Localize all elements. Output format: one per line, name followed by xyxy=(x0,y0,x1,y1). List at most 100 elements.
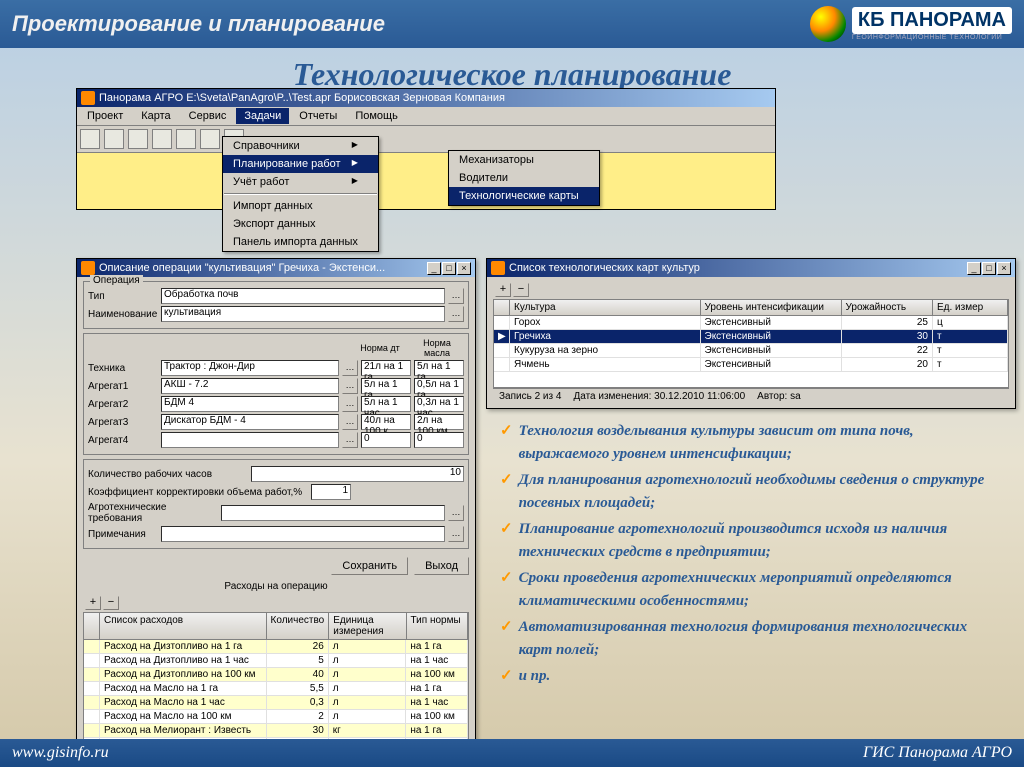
hours-label: Количество рабочих часов xyxy=(88,469,248,480)
note-input[interactable] xyxy=(161,526,445,542)
menu-item[interactable]: Водители xyxy=(449,169,599,187)
menu-item[interactable]: Учёт работ xyxy=(223,173,378,191)
toolbar-btn[interactable] xyxy=(128,129,148,149)
tip-input[interactable]: Обработка почв xyxy=(161,288,445,304)
remove-row-button[interactable]: − xyxy=(103,596,119,610)
menu-item[interactable]: Экспорт данных xyxy=(223,215,378,233)
browse-button[interactable]: … xyxy=(342,360,358,376)
browse-button[interactable]: … xyxy=(342,432,358,448)
menu-Проект[interactable]: Проект xyxy=(79,108,131,124)
menu-Помощь[interactable]: Помощь xyxy=(347,108,406,124)
app-titlebar[interactable]: Панорама АГРО E:\Sveta\PanAgro\P..\Test.… xyxy=(77,89,775,107)
add-card-button[interactable]: + xyxy=(495,283,511,297)
col-culture[interactable]: Культура xyxy=(510,300,701,315)
add-row-button[interactable]: + xyxy=(85,596,101,610)
techcards-grid[interactable]: ГорохЭкстенсивный25ц▶ГречихаЭкстенсивный… xyxy=(493,316,1009,388)
col-unit[interactable]: Единица измерения xyxy=(329,613,406,639)
section-legend: Операция xyxy=(90,275,143,286)
footer-product: ГИС Панорама АГРО xyxy=(863,744,1012,762)
techcards-grid-header[interactable]: Культура Уровень интенсификации Урожайно… xyxy=(493,299,1009,316)
toolbar-btn[interactable] xyxy=(176,129,196,149)
menu-item[interactable]: Справочники xyxy=(223,137,378,155)
menu-item[interactable]: Планирование работ xyxy=(223,155,378,173)
ag4-oil[interactable]: 0 xyxy=(414,432,464,448)
browse-button[interactable]: … xyxy=(342,396,358,412)
col-list[interactable]: Список расходов xyxy=(100,613,267,639)
toolbar-btn[interactable] xyxy=(200,129,220,149)
menu-item[interactable]: Импорт данных xyxy=(223,197,378,215)
browse-button[interactable]: … xyxy=(448,306,464,322)
minimize-icon[interactable]: _ xyxy=(427,262,441,275)
dialog-icon xyxy=(81,261,95,275)
close-icon[interactable]: × xyxy=(457,262,471,275)
maximize-icon[interactable]: □ xyxy=(982,262,996,275)
name-input[interactable]: культивация xyxy=(161,306,445,322)
tech-label: Техника xyxy=(88,363,158,374)
menu-Задачи[interactable]: Задачи xyxy=(236,108,289,124)
tech-oil[interactable]: 5л на 1 га xyxy=(414,360,464,376)
app-menubar[interactable]: ПроектКартаСервисЗадачиОтчетыПомощь xyxy=(77,107,775,126)
ag4-input[interactable] xyxy=(161,432,339,448)
expenses-grid[interactable]: Расход на Дизтопливо на 1 га26лна 1 гаРа… xyxy=(83,640,469,753)
ag3-label: Агрегат3 xyxy=(88,417,158,428)
minimize-icon[interactable]: _ xyxy=(967,262,981,275)
exit-button[interactable]: Выход xyxy=(414,557,469,575)
ag4-dt[interactable]: 0 xyxy=(361,432,411,448)
ag3-dt[interactable]: 40л на 100 к xyxy=(361,414,411,430)
ag3-input[interactable]: Дискатор БДМ - 4 xyxy=(161,414,339,430)
agro-input[interactable] xyxy=(221,505,445,521)
ag1-oil[interactable]: 0,5л на 1 га xyxy=(414,378,464,394)
table-row[interactable]: Расход на Масло на 1 час0,3лна 1 час xyxy=(84,696,468,710)
menu-item[interactable]: Механизаторы xyxy=(449,151,599,169)
col-unit[interactable]: Ед. измер xyxy=(933,300,1008,315)
planning-submenu[interactable]: МеханизаторыВодителиТехнологические карт… xyxy=(448,150,600,206)
tech-dt[interactable]: 21л на 1 га xyxy=(361,360,411,376)
table-row[interactable]: ▶ГречихаЭкстенсивный30т xyxy=(494,330,1008,344)
browse-button[interactable]: … xyxy=(342,414,358,430)
techcards-titlebar[interactable]: Список технологических карт культур _ □ … xyxy=(487,259,1015,277)
table-row[interactable]: Кукуруза на зерноЭкстенсивный22т xyxy=(494,344,1008,358)
app-window: Панорама АГРО E:\Sveta\PanAgro\P..\Test.… xyxy=(76,88,776,210)
expenses-grid-header[interactable]: Список расходов Количество Единица измер… xyxy=(83,612,469,640)
menu-item[interactable]: Технологические карты xyxy=(449,187,599,205)
ag1-dt[interactable]: 5л на 1 га xyxy=(361,378,411,394)
table-row[interactable]: ГорохЭкстенсивный25ц xyxy=(494,316,1008,330)
save-button[interactable]: Сохранить xyxy=(331,557,408,575)
toolbar-btn[interactable] xyxy=(80,129,100,149)
table-row[interactable]: Расход на Дизтопливо на 100 км40лна 100 … xyxy=(84,668,468,682)
ag2-input[interactable]: БДМ 4 xyxy=(161,396,339,412)
table-row[interactable]: Расход на Дизтопливо на 1 га26лна 1 га xyxy=(84,640,468,654)
maximize-icon[interactable]: □ xyxy=(442,262,456,275)
close-icon[interactable]: × xyxy=(997,262,1011,275)
browse-button[interactable]: … xyxy=(448,505,464,521)
table-row[interactable]: Расход на Дизтопливо на 1 час5лна 1 час xyxy=(84,654,468,668)
col-yield[interactable]: Урожайность xyxy=(842,300,934,315)
remove-card-button[interactable]: − xyxy=(513,283,529,297)
tech-input[interactable]: Трактор : Джон-Дир xyxy=(161,360,339,376)
menu-Карта[interactable]: Карта xyxy=(133,108,178,124)
browse-button[interactable]: … xyxy=(448,526,464,542)
ag2-oil[interactable]: 0,3л на 1 час xyxy=(414,396,464,412)
app-toolbar[interactable] xyxy=(77,126,775,153)
map-canvas[interactable] xyxy=(77,153,775,209)
hours-input[interactable]: 10 xyxy=(251,466,464,482)
table-row[interactable]: Расход на Масло на 100 км2лна 100 км xyxy=(84,710,468,724)
toolbar-btn[interactable] xyxy=(152,129,172,149)
col-qty[interactable]: Количество xyxy=(267,613,330,639)
ag3-oil[interactable]: 2л на 100 км xyxy=(414,414,464,430)
table-row[interactable]: Расход на Мелиорант : Известь30кгна 1 га xyxy=(84,724,468,738)
tasks-dropdown[interactable]: СправочникиПланирование работУчёт работ И… xyxy=(222,136,379,252)
menu-Отчеты[interactable]: Отчеты xyxy=(291,108,345,124)
toolbar-btn[interactable] xyxy=(104,129,124,149)
browse-button[interactable]: … xyxy=(448,288,464,304)
table-row[interactable]: Расход на Масло на 1 га5,5лна 1 га xyxy=(84,682,468,696)
coef-input[interactable]: 1 xyxy=(311,484,351,500)
ag1-input[interactable]: АКШ - 7.2 xyxy=(161,378,339,394)
menu-Сервис[interactable]: Сервис xyxy=(181,108,235,124)
ag2-dt[interactable]: 5л на 1 час xyxy=(361,396,411,412)
col-norm[interactable]: Тип нормы xyxy=(407,613,469,639)
table-row[interactable]: ЯчменьЭкстенсивный20т xyxy=(494,358,1008,372)
menu-item[interactable]: Панель импорта данных xyxy=(223,233,378,251)
browse-button[interactable]: … xyxy=(342,378,358,394)
col-level[interactable]: Уровень интенсификации xyxy=(701,300,842,315)
